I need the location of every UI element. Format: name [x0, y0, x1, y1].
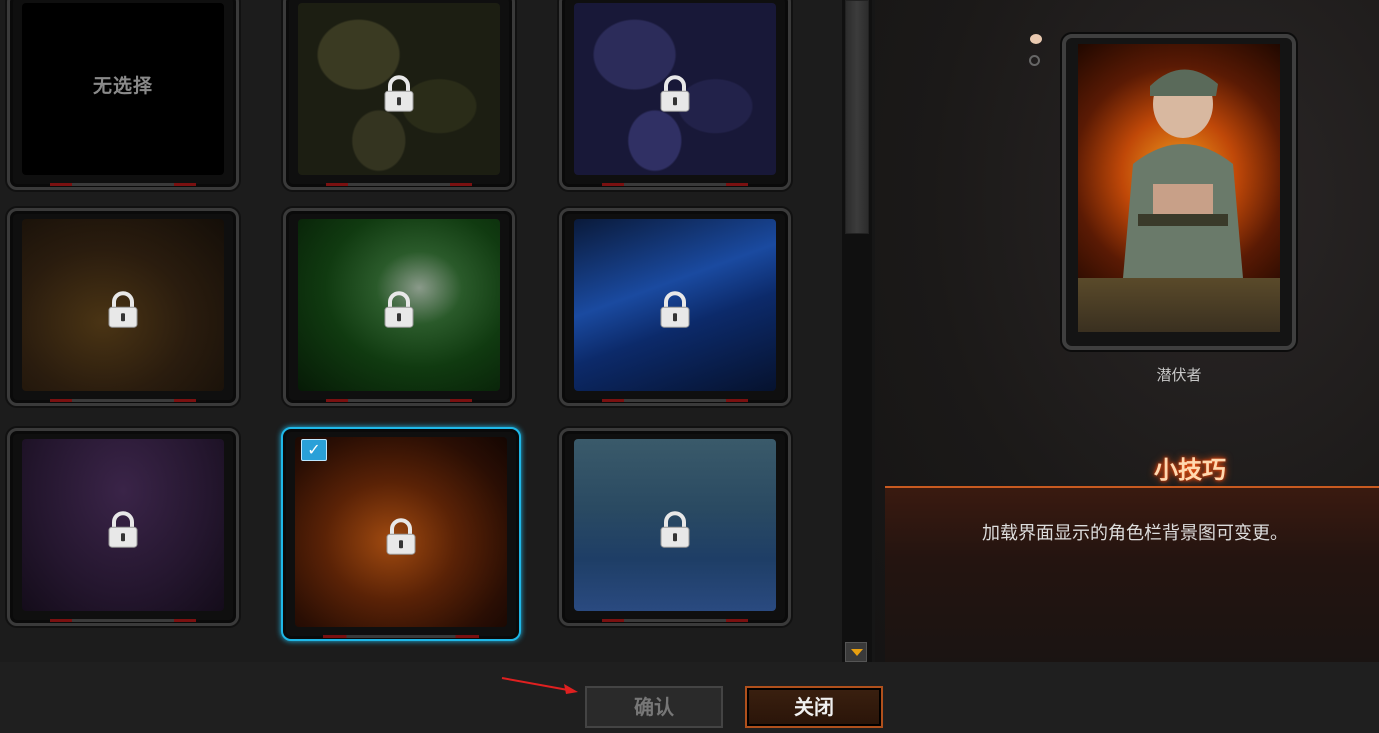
card-bottom-bar — [50, 399, 196, 402]
lock-icon — [660, 511, 690, 548]
red-arrow-annotation-icon — [501, 677, 578, 694]
card-bottom-bar — [50, 183, 196, 186]
lock-icon — [384, 75, 414, 112]
character-preview-card — [1062, 34, 1296, 350]
card-bottom-bar — [323, 635, 479, 638]
card-ice-blue[interactable] — [559, 428, 791, 626]
card-hex-blue[interactable] — [559, 208, 791, 406]
lock-icon — [108, 291, 138, 328]
selected-checkbox-icon[interactable]: ✓ — [301, 439, 327, 461]
tips-panel — [885, 486, 1379, 664]
card-bottom-bar — [602, 183, 748, 186]
tips-text: 加载界面显示的角色栏背景图可变更。 — [982, 523, 1288, 544]
soldier-figure-icon — [1123, 69, 1243, 278]
card-bottom-bar — [50, 619, 196, 622]
page-dot-inactive[interactable] — [1029, 55, 1040, 66]
card-camo-green[interactable] — [283, 0, 515, 190]
card-camo-blue[interactable] — [559, 0, 791, 190]
card-bottom-bar — [326, 183, 472, 186]
lock-icon — [108, 511, 138, 548]
portrait-lower-panel — [1078, 278, 1280, 332]
confirm-button[interactable]: 确认 — [585, 686, 723, 728]
no-selection-label: 无选择 — [92, 75, 153, 97]
tips-title: 小技巧 — [1154, 456, 1226, 484]
card-bottom-bar — [602, 619, 748, 622]
card-bokeh-brown[interactable] — [7, 208, 239, 406]
card-fire-orange[interactable]: ✓ — [281, 427, 521, 641]
card-none[interactable]: 无选择 — [7, 0, 239, 190]
page-dot-active[interactable] — [1030, 34, 1042, 44]
character-name: 潜伏者 — [1156, 366, 1202, 384]
background-grid-panel: 无选择 ✓ — [0, 0, 842, 662]
lock-icon — [384, 291, 414, 328]
lock-icon — [660, 75, 690, 112]
card-galaxy-green[interactable] — [283, 208, 515, 406]
lock-icon — [660, 291, 690, 328]
card-bottom-bar — [602, 399, 748, 402]
scrollbar-thumb[interactable] — [845, 0, 869, 234]
card-bottom-bar — [326, 399, 472, 402]
scroll-down-arrow-icon[interactable] — [845, 642, 867, 662]
card-hearts-purple[interactable] — [7, 428, 239, 626]
close-button[interactable]: 关闭 — [745, 686, 883, 728]
character-portrait — [1078, 44, 1280, 278]
lock-icon — [386, 518, 416, 555]
